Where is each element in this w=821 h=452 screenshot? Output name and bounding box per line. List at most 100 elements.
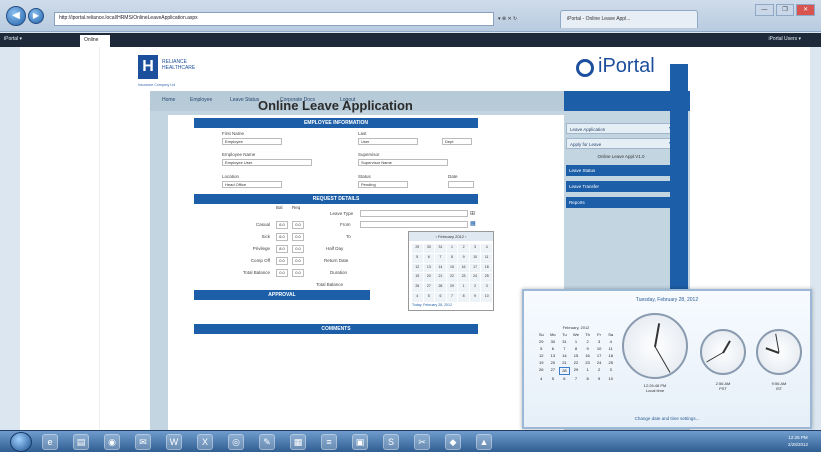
nav-employee[interactable]: Employee [190, 97, 212, 103]
address-tools[interactable]: ▾ ⊗ ✕ ↻ [498, 12, 560, 26]
calendar-day[interactable]: 2 [582, 339, 593, 345]
calendar-day[interactable]: 3 [605, 367, 616, 375]
date-picker-day[interactable]: 1 [446, 244, 458, 253]
calendar-day[interactable]: 9 [594, 376, 605, 382]
chrome-icon[interactable]: ◎ [228, 434, 244, 450]
calendar-day[interactable]: 18 [605, 353, 616, 359]
date-picker-day[interactable]: 5 [423, 293, 435, 302]
calendar-day[interactable]: 19 [536, 360, 547, 366]
date-picker-day[interactable]: 13 [423, 263, 435, 273]
first-name-field[interactable]: Employee [222, 138, 282, 145]
tab-online[interactable]: Online [80, 35, 110, 47]
date-picker-day[interactable]: 7 [435, 253, 446, 263]
chevron-down-icon[interactable]: ⊞ [470, 210, 475, 217]
calendar-day[interactable]: 4 [605, 339, 616, 345]
location-field[interactable]: Head Office [222, 181, 282, 188]
date-picker-day[interactable]: 3 [469, 244, 481, 253]
calendar-day[interactable]: 7 [571, 376, 582, 382]
date-picker-day[interactable]: 19 [412, 273, 423, 283]
last-name-field[interactable]: User [358, 138, 418, 145]
date-picker-day[interactable]: 3 [481, 283, 492, 293]
calendar-day[interactable]: 6 [559, 376, 570, 382]
calendar-day[interactable]: 27 [548, 367, 559, 375]
calendar-day[interactable]: 16 [582, 353, 593, 359]
tray-clock[interactable]: 12:26 PM 2/28/2012 [783, 434, 813, 448]
date-picker-day[interactable]: 27 [423, 283, 435, 293]
date-picker-day[interactable]: 24 [469, 273, 481, 283]
paint-icon[interactable]: ✎ [259, 434, 275, 450]
supervisor-field[interactable]: Supervisor Name [358, 159, 448, 166]
leave-type-select[interactable] [360, 210, 468, 217]
calendar-day[interactable]: 7 [559, 346, 570, 352]
date-picker-day[interactable]: 22 [446, 273, 458, 283]
date-picker-day[interactable]: 8 [446, 253, 458, 263]
side-item-leave-transfer[interactable]: Leave Transfer [566, 181, 676, 192]
calendar-day[interactable]: 3 [594, 339, 605, 345]
calendar-day[interactable]: 13 [548, 353, 559, 359]
notepad-icon[interactable]: ≡ [321, 434, 337, 450]
ie-icon[interactable]: e [42, 434, 58, 450]
date-picker-day[interactable]: 10 [481, 293, 492, 302]
date-picker-day[interactable]: 15 [446, 263, 458, 273]
date-picker-day[interactable]: 17 [469, 263, 481, 273]
status-field[interactable]: Pending [358, 181, 408, 188]
word-icon[interactable]: W [166, 434, 182, 450]
outlook-icon[interactable]: ✉ [135, 434, 151, 450]
date-picker-day[interactable]: 31 [435, 244, 446, 253]
date-picker-day[interactable]: 29 [412, 244, 423, 253]
comp-off-req[interactable]: 0.0 [292, 257, 304, 265]
snip-icon[interactable]: ✂ [414, 434, 430, 450]
calendar-day[interactable]: 9 [582, 346, 593, 352]
calendar-day[interactable]: 2 [594, 367, 605, 375]
calendar-day[interactable]: 21 [559, 360, 570, 366]
date-picker-day[interactable]: 1 [458, 283, 469, 293]
calendar-day[interactable]: 8 [582, 376, 593, 382]
calendar-day[interactable]: 14 [559, 353, 570, 359]
calendar-day[interactable]: 22 [571, 360, 582, 366]
calendar-day[interactable]: 10 [594, 346, 605, 352]
calendar-day[interactable]: 31 [559, 339, 570, 345]
side-item-leave-status[interactable]: Leave Status [566, 165, 676, 176]
calendar-day[interactable]: 10 [605, 376, 616, 382]
date-picker-grid[interactable]: 29 30 31 1 2 3 4 5 6 7 8 9 10 11 12 13 14 15 16 17 18 19 20 21 2… [412, 244, 492, 302]
flyout-calendar[interactable]: February, 2012 Su Mo Tu We Th Fr Sa 29 30 31 1 2 3 4 5… [536, 325, 616, 385]
back-button[interactable]: ◀ [6, 6, 26, 26]
calendar-day[interactable]: 8 [571, 346, 582, 352]
browser-tab[interactable]: iPortal - Online Leave Appl... [560, 10, 698, 28]
close-button[interactable]: ✕ [796, 4, 816, 16]
calendar-day[interactable]: 17 [594, 353, 605, 359]
date-picker-day[interactable]: 6 [435, 293, 446, 302]
calendar-day[interactable]: 25 [605, 360, 616, 366]
date-field[interactable] [448, 181, 474, 188]
calendar-icon[interactable]: ▦ [470, 220, 476, 227]
explorer-icon[interactable]: ▣ [352, 434, 368, 450]
date-picker-day[interactable]: 5 [412, 253, 423, 263]
date-picker-day[interactable]: 12 [412, 263, 423, 273]
date-picker-day[interactable]: 29 [446, 283, 458, 293]
side-item-online-leave[interactable]: Online Leave Appl.V1.0 [566, 151, 676, 162]
date-picker-day[interactable]: 28 [435, 283, 446, 293]
calendar-day[interactable]: 1 [571, 339, 582, 345]
date-picker-day[interactable]: 23 [458, 273, 469, 283]
forward-button[interactable]: ▶ [28, 8, 44, 24]
calendar-day[interactable]: 15 [571, 353, 582, 359]
app-menu[interactable]: iPortal ▾ [4, 36, 22, 42]
calendar-day[interactable]: 4 [536, 376, 547, 382]
date-picker-day[interactable]: 20 [423, 273, 435, 283]
privilege-req[interactable]: 0.0 [292, 245, 304, 253]
date-picker-day[interactable]: 25 [481, 273, 492, 283]
date-picker-day[interactable]: 9 [458, 253, 469, 263]
date-picker-day[interactable]: 7 [446, 293, 458, 302]
change-datetime-link[interactable]: Change date and time settings... [524, 416, 810, 421]
date-picker-day[interactable]: 8 [458, 293, 469, 302]
calendar-day[interactable]: 29 [536, 339, 547, 345]
calendar-day[interactable]: 12 [536, 353, 547, 359]
date-picker-day[interactable]: 4 [412, 293, 423, 302]
date-picker-day[interactable]: 2 [458, 244, 469, 253]
side-item-apply-leave[interactable]: Apply for Leave▼ [566, 138, 676, 149]
date-picker-day[interactable]: 6 [423, 253, 435, 263]
date-picker-day[interactable]: 9 [469, 293, 481, 302]
date-picker-day[interactable]: 26 [412, 283, 423, 293]
maximize-button[interactable]: ❐ [775, 4, 795, 16]
date-picker-popup[interactable]: ‹ February 2012 › 29 30 31 1 2 3 4 5 6 7 8 9 10 11 12 1… [408, 231, 494, 311]
